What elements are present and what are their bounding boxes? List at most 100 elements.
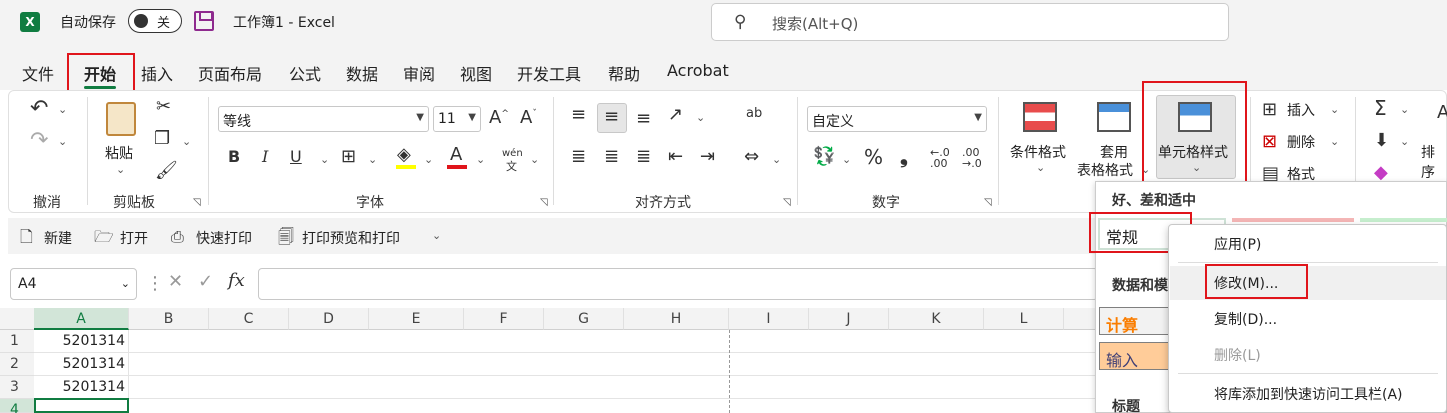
align-center-icon[interactable]: ≣: [604, 148, 619, 166]
borders-icon[interactable]: ⊞: [341, 148, 356, 166]
chevron-down-icon[interactable]: ⌄: [58, 104, 67, 115]
insert-cells-button[interactable]: 插入: [1287, 100, 1315, 120]
dialog-launcher-icon[interactable]: ◹: [783, 197, 791, 208]
tab-formulas[interactable]: 公式: [289, 61, 321, 85]
name-box[interactable]: A4 ⌄: [10, 268, 137, 300]
quick-print-icon[interactable]: ⎙: [171, 229, 184, 245]
tab-page-layout[interactable]: 页面布局: [198, 61, 262, 85]
insert-cells-icon[interactable]: ⊞: [1262, 101, 1277, 119]
qat-open[interactable]: 打开: [120, 228, 148, 248]
sort-filter-button[interactable]: 排序: [1421, 142, 1447, 182]
cell-a1[interactable]: 5201314: [34, 330, 129, 353]
decrease-indent-icon[interactable]: ⇤: [668, 148, 683, 166]
chevron-down-icon[interactable]: ⌄: [772, 154, 781, 165]
chevron-down-icon[interactable]: ⌄: [368, 154, 377, 165]
menu-item-duplicate[interactable]: 复制(D)...: [1214, 309, 1277, 329]
font-size-select[interactable]: 11 ▼: [433, 106, 481, 132]
undo-icon[interactable]: ↶: [30, 98, 48, 120]
conditional-formatting-button[interactable]: 条件格式: [1010, 142, 1066, 162]
format-as-table-button[interactable]: 表格格式: [1077, 160, 1133, 180]
cell-a3[interactable]: 5201314: [34, 376, 129, 399]
italic-button[interactable]: I: [262, 149, 268, 165]
format-as-table-label-top[interactable]: 套用: [1100, 142, 1128, 162]
chevron-down-icon[interactable]: ⌄: [842, 154, 851, 165]
decrease-font-icon[interactable]: Aˇ: [520, 109, 537, 127]
dialog-launcher-icon[interactable]: ◹: [193, 197, 201, 208]
open-folder-icon[interactable]: 🗁: [94, 229, 114, 245]
column-header[interactable]: L: [984, 308, 1064, 330]
font-color-icon[interactable]: A: [450, 146, 462, 164]
percent-button[interactable]: %: [864, 147, 883, 167]
print-preview-icon[interactable]: 🗐: [278, 229, 294, 245]
decrease-decimal-icon[interactable]: .00 →.0: [962, 147, 982, 169]
style-input[interactable]: 输入: [1099, 342, 1169, 370]
select-all-corner[interactable]: [0, 308, 34, 330]
paste-icon[interactable]: [106, 102, 136, 136]
chevron-down-icon[interactable]: ⌄: [530, 154, 539, 165]
column-header[interactable]: E: [369, 308, 464, 330]
align-right-icon[interactable]: ≣: [636, 148, 651, 166]
chevron-down-icon[interactable]: ⌄: [1330, 136, 1339, 147]
tab-developer[interactable]: 开发工具: [517, 61, 581, 85]
fill-icon[interactable]: ⬇: [1374, 132, 1389, 150]
bold-button[interactable]: B: [228, 149, 240, 165]
chevron-down-icon[interactable]: ⌄: [1036, 162, 1045, 173]
autosave-toggle[interactable]: 关: [128, 9, 182, 33]
chevron-down-icon[interactable]: ⌄: [58, 136, 67, 147]
qat-new[interactable]: 新建: [44, 228, 72, 248]
cut-icon[interactable]: ✂: [156, 98, 171, 116]
confirm-formula-icon[interactable]: ✓: [198, 273, 213, 291]
style-calculation[interactable]: 计算: [1099, 307, 1169, 335]
tab-data[interactable]: 数据: [346, 61, 378, 85]
wrap-text-icon[interactable]: ab: [746, 106, 762, 121]
column-header[interactable]: K: [889, 308, 984, 330]
paste-button[interactable]: 粘贴: [105, 143, 133, 163]
copy-icon[interactable]: ❐: [154, 130, 170, 148]
chevron-down-icon[interactable]: ⌄: [320, 154, 329, 165]
redo-icon[interactable]: ↷: [30, 130, 48, 152]
insert-function-button[interactable]: fx: [228, 272, 245, 290]
qat-quick-print[interactable]: 快速打印: [196, 228, 252, 248]
column-header[interactable]: G: [544, 308, 624, 330]
merge-center-icon[interactable]: ⇔: [744, 148, 759, 166]
autosum-icon[interactable]: Σ: [1374, 98, 1387, 118]
tab-help[interactable]: 帮助: [608, 61, 640, 85]
clear-icon[interactable]: ◆: [1374, 164, 1388, 182]
align-left-icon[interactable]: ≣: [571, 148, 586, 166]
number-format-select[interactable]: 自定义 ▼: [807, 106, 987, 132]
tab-insert[interactable]: 插入: [141, 61, 173, 85]
formula-input[interactable]: [258, 268, 1098, 300]
chevron-down-icon[interactable]: ⌄: [476, 154, 485, 165]
chevron-down-icon[interactable]: ⌄: [1400, 104, 1409, 115]
align-bottom-icon[interactable]: ≡: [636, 110, 651, 128]
delete-cells-button[interactable]: 删除: [1287, 132, 1315, 152]
column-header[interactable]: J: [809, 308, 889, 330]
underline-button[interactable]: U: [290, 149, 302, 165]
column-header[interactable]: A: [34, 308, 129, 330]
row-header[interactable]: 2: [0, 353, 34, 376]
style-good-preview[interactable]: [1360, 218, 1447, 222]
increase-decimal-icon[interactable]: ←.0.00: [930, 147, 950, 169]
row-header[interactable]: 4: [0, 399, 34, 413]
chevron-down-icon[interactable]: ⌄: [424, 154, 433, 165]
format-as-table-icon[interactable]: [1097, 102, 1131, 132]
increase-font-icon[interactable]: A^: [489, 109, 509, 127]
tab-review[interactable]: 审阅: [403, 61, 435, 85]
column-header[interactable]: I: [729, 308, 809, 330]
font-name-select[interactable]: 等线 ▼: [218, 106, 429, 132]
orientation-icon[interactable]: ↗: [668, 106, 683, 124]
row-header[interactable]: 3: [0, 376, 34, 399]
tab-acrobat[interactable]: Acrobat: [667, 61, 729, 80]
dialog-launcher-icon[interactable]: ◹: [540, 197, 548, 208]
comma-style-button[interactable]: ❟: [900, 146, 908, 166]
increase-indent-icon[interactable]: ⇥: [700, 148, 715, 166]
search-box[interactable]: ⚲ 搜索(Alt+Q): [711, 3, 1229, 41]
chevron-down-icon[interactable]: ⌄: [696, 112, 705, 123]
chevron-down-icon[interactable]: ⌄: [116, 164, 125, 175]
chevron-down-icon[interactable]: ⌄: [182, 136, 191, 147]
column-header[interactable]: F: [464, 308, 544, 330]
delete-cells-icon[interactable]: ⊠: [1262, 133, 1277, 151]
cell-a4-active[interactable]: [34, 398, 129, 413]
chevron-down-icon[interactable]: ⌄: [1330, 104, 1339, 115]
align-middle-icon[interactable]: ≡: [604, 108, 619, 126]
